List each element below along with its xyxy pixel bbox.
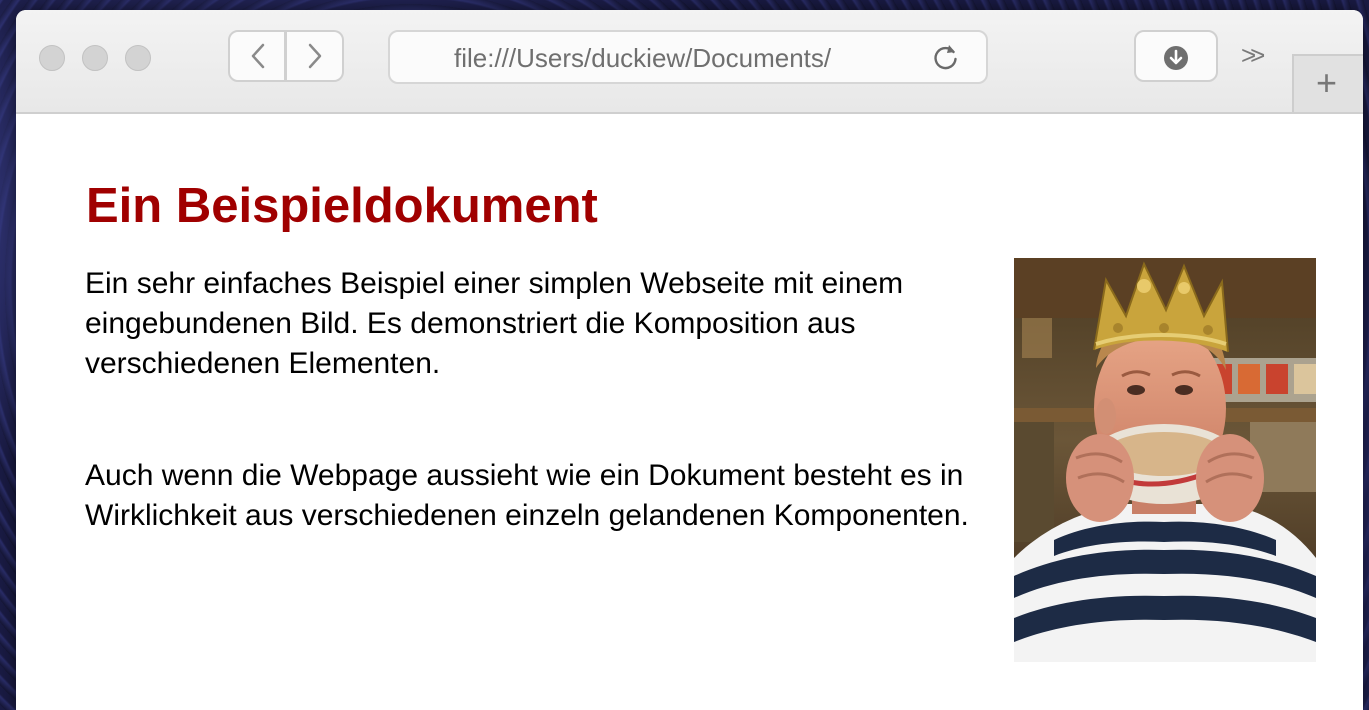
browser-window: file:///Users/duckiew/Documents/ >> + Ei… bbox=[16, 10, 1363, 710]
chevron-right-icon bbox=[308, 43, 322, 69]
forward-button[interactable] bbox=[286, 30, 344, 82]
download-icon bbox=[1164, 46, 1188, 70]
intro-paragraph: Ein sehr einfaches Beispiel einer simple… bbox=[85, 267, 904, 380]
address-bar[interactable]: file:///Users/duckiew/Documents/ bbox=[388, 30, 988, 84]
minimize-window-button[interactable] bbox=[82, 45, 108, 71]
page-content: Ein Beispieldokument Ein sehr einfaches … bbox=[16, 114, 1363, 710]
plus-icon: + bbox=[1316, 62, 1338, 103]
back-button[interactable] bbox=[228, 30, 286, 82]
browser-toolbar: file:///Users/duckiew/Documents/ >> + bbox=[16, 10, 1363, 114]
chevron-left-icon bbox=[251, 43, 265, 69]
second-paragraph: Auch wenn die Webpage aussieht wie ein D… bbox=[85, 459, 969, 532]
reload-icon[interactable] bbox=[928, 39, 964, 75]
page-title: Ein Beispieldokument bbox=[86, 179, 598, 233]
new-tab-button[interactable]: + bbox=[1292, 54, 1363, 112]
downloads-button[interactable] bbox=[1134, 30, 1218, 82]
embedded-photo bbox=[1014, 258, 1316, 662]
address-bar-url[interactable]: file:///Users/duckiew/Documents/ bbox=[454, 43, 914, 74]
zoom-window-button[interactable] bbox=[125, 45, 151, 71]
close-window-button[interactable] bbox=[39, 45, 65, 71]
toolbar-overflow-button[interactable]: >> bbox=[1241, 40, 1266, 71]
